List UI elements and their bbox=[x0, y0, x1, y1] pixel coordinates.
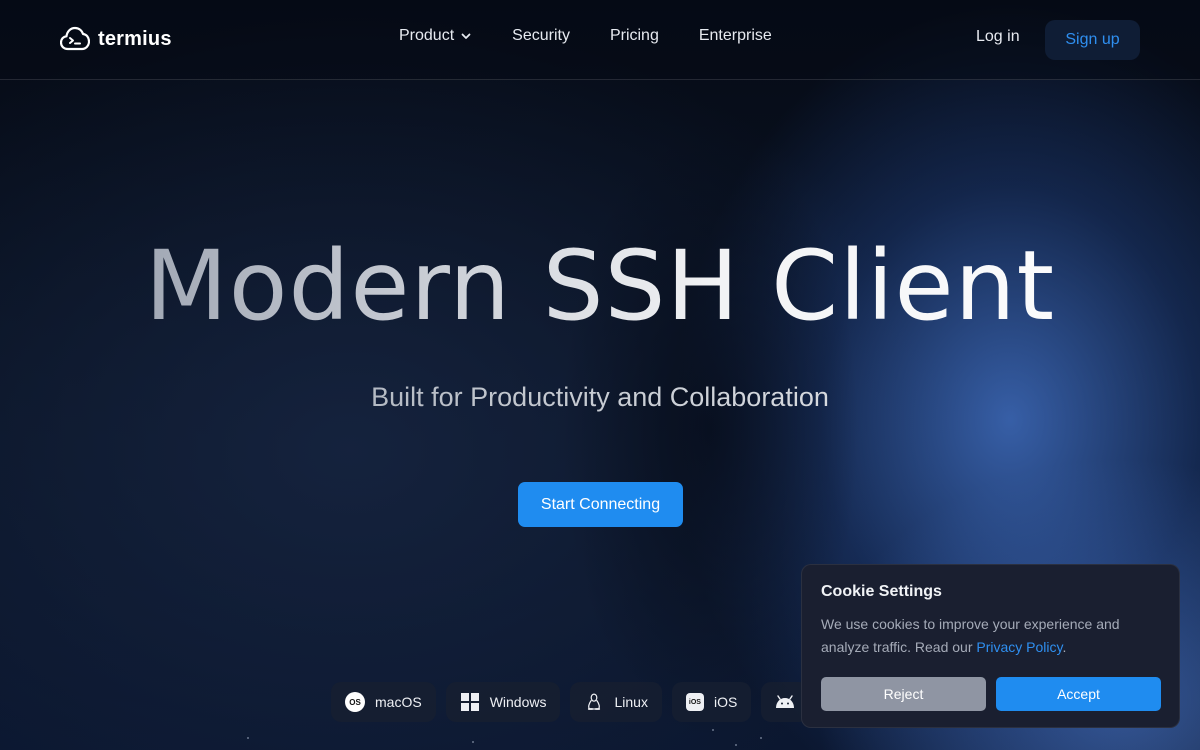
cloud-terminal-icon bbox=[60, 26, 90, 51]
main-nav: Product Security Pricing Enterprise bbox=[399, 27, 772, 45]
top-navbar: termius Product Security Pricing Enterpr… bbox=[0, 0, 1200, 80]
platform-label: iOS bbox=[713, 694, 738, 710]
platform-ios[interactable]: iOS iOS bbox=[671, 682, 752, 722]
windows-icon bbox=[460, 692, 480, 712]
android-icon bbox=[775, 692, 795, 712]
cookie-buttons: Reject Accept bbox=[821, 677, 1161, 711]
platform-list: OS macOS Windows Linux iOS iOS bbox=[331, 682, 810, 722]
accept-button[interactable]: Accept bbox=[996, 677, 1161, 711]
hero-title: Modern SSH Client bbox=[0, 230, 1200, 342]
platform-label: Linux bbox=[614, 694, 648, 710]
platform-macos[interactable]: OS macOS bbox=[331, 682, 436, 722]
chevron-down-icon bbox=[461, 33, 471, 39]
nav-item-enterprise[interactable]: Enterprise bbox=[699, 27, 772, 45]
macos-icon: OS bbox=[345, 692, 365, 712]
nav-item-label: Pricing bbox=[609, 27, 659, 44]
nav-item-label: Security bbox=[512, 27, 570, 44]
linux-icon bbox=[584, 692, 604, 712]
nav-item-pricing[interactable]: Pricing bbox=[610, 27, 659, 45]
login-link[interactable]: Log in bbox=[976, 28, 1020, 46]
nav-item-label: Product bbox=[399, 27, 455, 44]
star-dot bbox=[247, 737, 249, 739]
star-dot bbox=[472, 741, 474, 743]
nav-item-label: Enterprise bbox=[698, 27, 772, 44]
reject-button[interactable]: Reject bbox=[821, 677, 986, 711]
cookie-title: Cookie Settings bbox=[821, 583, 942, 600]
privacy-policy-link[interactable]: Privacy Policy bbox=[976, 639, 1062, 655]
platform-linux[interactable]: Linux bbox=[570, 682, 662, 722]
platform-label: Windows bbox=[489, 694, 547, 710]
ios-icon: iOS bbox=[685, 693, 704, 711]
platform-label: macOS bbox=[375, 694, 422, 710]
star-dot bbox=[712, 729, 714, 731]
logo[interactable]: termius bbox=[60, 24, 172, 54]
star-dot bbox=[760, 737, 762, 739]
cookie-text-end: . bbox=[1062, 639, 1067, 655]
nav-item-security[interactable]: Security bbox=[512, 27, 570, 45]
hero-subtitle: Built for Productivity and Collaboration bbox=[0, 382, 1200, 413]
cookie-text-body: We use cookies to improve your experienc… bbox=[821, 616, 1120, 655]
cookie-settings-dialog: Cookie Settings We use cookies to improv… bbox=[801, 564, 1180, 728]
platform-windows[interactable]: Windows bbox=[445, 682, 561, 722]
star-dot bbox=[735, 744, 737, 746]
signup-button[interactable]: Sign up bbox=[1045, 20, 1140, 60]
cookie-text: We use cookies to improve your experienc… bbox=[821, 613, 1160, 659]
start-connecting-button[interactable]: Start Connecting bbox=[518, 482, 683, 527]
logo-text: termius bbox=[98, 27, 172, 50]
nav-item-product[interactable]: Product bbox=[399, 27, 472, 45]
